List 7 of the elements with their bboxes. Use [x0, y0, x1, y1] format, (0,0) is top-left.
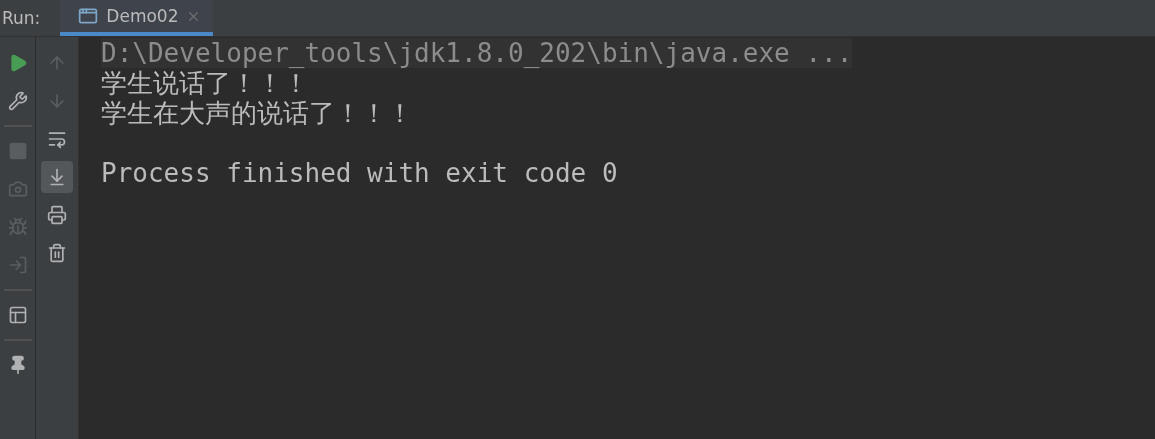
console-output-line: 学生说话了！！！ [101, 68, 309, 98]
scroll-to-end-icon[interactable] [41, 161, 73, 193]
window-icon [78, 6, 99, 26]
run-label: Run: [1, 8, 42, 28]
console-output-line: Process finished with exit code 0 [101, 158, 618, 188]
console-output-line: 学生在大声的说话了！！！ [101, 98, 413, 128]
console-tab[interactable]: Demo02 [60, 0, 214, 36]
